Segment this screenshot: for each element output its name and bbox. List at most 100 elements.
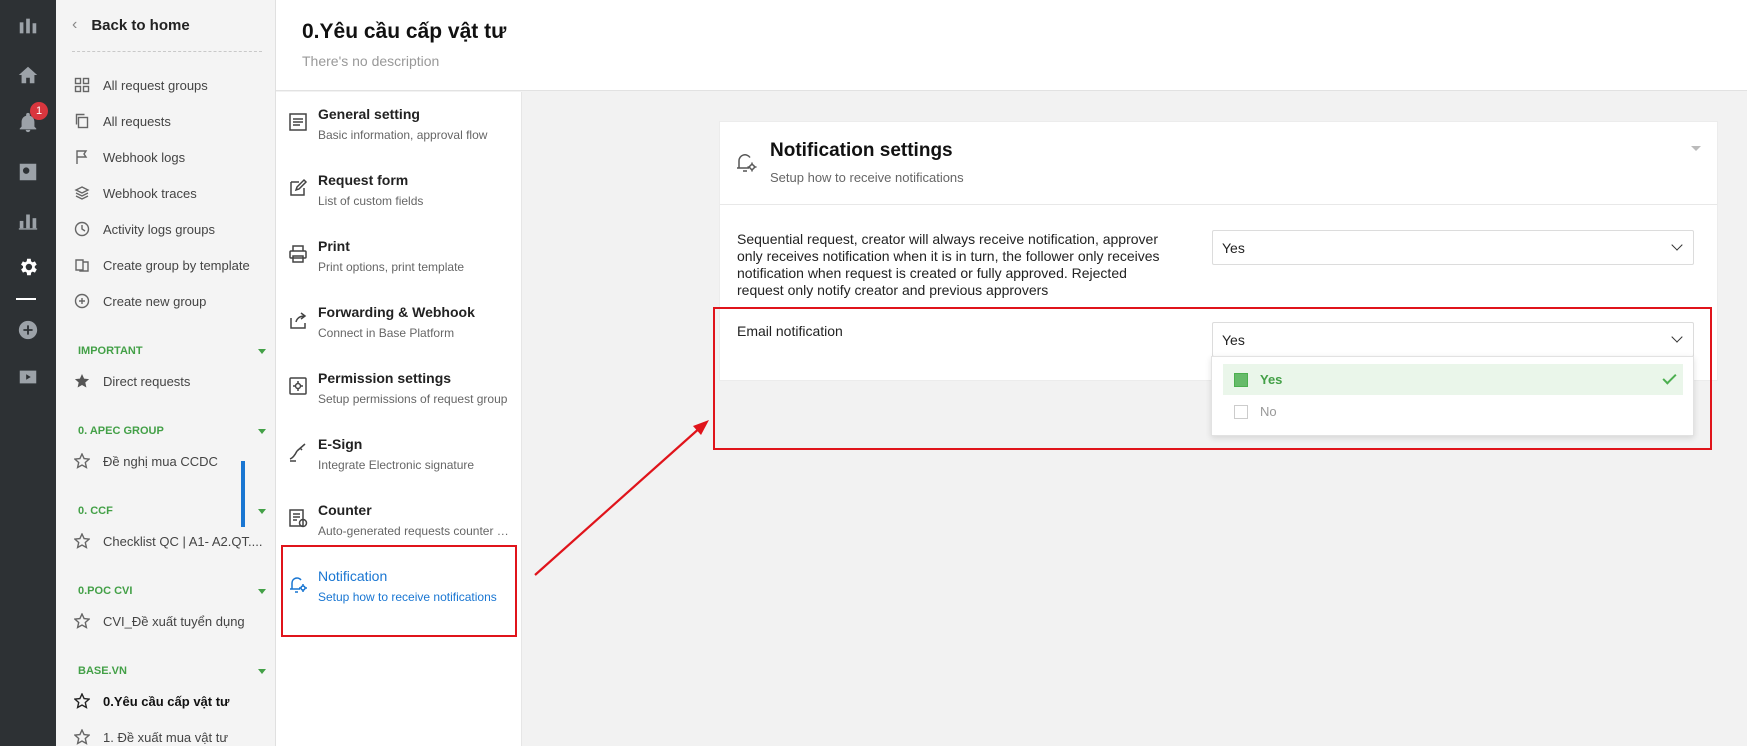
rail-divider (16, 298, 36, 300)
section-title: IMPORTANT (78, 345, 143, 357)
section-base-vn[interactable]: BASE.VN (78, 665, 266, 677)
group-sidebar: ‹ Back to home All request groups All re… (56, 0, 276, 746)
nav-group-item-current[interactable]: 0.Yêu cầu cấp vật tư (74, 693, 229, 709)
clock-icon (74, 221, 90, 237)
caret-down-icon (258, 428, 266, 434)
section-title: 0. CCF (78, 505, 113, 517)
add-icon[interactable] (14, 316, 42, 344)
section-ccf[interactable]: 0. CCF (78, 505, 266, 517)
page-description: There's no description (302, 53, 440, 69)
caret-down-icon (258, 588, 266, 594)
nav-label: Checklist QC | A1- A2.QT.... (103, 533, 263, 549)
menu-subtitle: Setup permissions of request group (318, 392, 508, 406)
section-title: 0. APEC GROUP (78, 425, 164, 437)
menu-permission-settings[interactable]: Permission settings Setup permissions of… (276, 356, 522, 416)
nav-label: Webhook traces (103, 185, 197, 201)
section-poc-cvi[interactable]: 0.POC CVI (78, 585, 266, 597)
menu-request-form[interactable]: Request form List of custom fields (276, 158, 522, 218)
nav-label: CVI_Đề xuất tuyển dụng (103, 613, 245, 629)
menu-subtitle: Basic information, approval flow (318, 128, 488, 142)
card-subtitle: Setup how to receive notifications (770, 170, 964, 185)
collapse-caret-icon[interactable] (1691, 146, 1701, 151)
star-icon (74, 613, 90, 629)
menu-subtitle: Connect in Base Platform (318, 326, 455, 340)
section-apec-group[interactable]: 0. APEC GROUP (78, 425, 266, 437)
nav-activity-logs-groups[interactable]: Activity logs groups (74, 221, 215, 237)
template-icon (75, 259, 89, 272)
back-to-home-link[interactable]: ‹ Back to home (72, 16, 190, 34)
nav-label: Webhook logs (103, 149, 186, 165)
nav-group-item[interactable]: 1. Đề xuất mua vật tư (74, 729, 228, 745)
nav-group-item[interactable]: Checklist QC | A1- A2.QT.... (74, 533, 262, 549)
nav-create-group-by-template[interactable]: Create group by template (74, 257, 250, 273)
nav-group-item[interactable]: Đề nghị mua CCDC (74, 453, 218, 469)
menu-title: E-Sign (318, 436, 363, 452)
layers-icon (74, 186, 90, 200)
plus-circle-icon (74, 293, 90, 309)
menu-forwarding-webhook[interactable]: Forwarding & Webhook Connect in Base Pla… (276, 290, 522, 350)
video-icon[interactable] (14, 363, 42, 391)
sequential-request-select[interactable]: Yes (1212, 230, 1694, 265)
menu-e-sign[interactable]: E-Sign Integrate Electronic signature (276, 422, 522, 482)
menu-subtitle: List of custom fields (318, 194, 424, 208)
document-icon (288, 112, 308, 132)
grid-icon (74, 77, 90, 93)
star-icon (74, 729, 90, 745)
menu-title: General setting (318, 106, 420, 122)
annotation-box-menu (281, 545, 517, 637)
card-header[interactable]: Notification settings Setup how to recei… (720, 122, 1717, 205)
active-menu-indicator (241, 461, 245, 527)
caret-down-icon (258, 508, 266, 514)
menu-general-setting[interactable]: General setting Basic information, appro… (276, 92, 522, 152)
page-title: 0.Yêu cầu cấp vật tư (302, 20, 507, 43)
page-header: 0.Yêu cầu cấp vật tư There's no descript… (276, 0, 1747, 91)
card-title: Notification settings (770, 140, 953, 161)
nav-create-new-group[interactable]: Create new group (74, 293, 206, 309)
section-important[interactable]: IMPORTANT (78, 345, 266, 357)
nav-webhook-logs[interactable]: Webhook logs (74, 149, 185, 165)
menu-counter[interactable]: Counter Auto-generated requests counter … (276, 488, 522, 548)
menu-print[interactable]: Print Print options, print template (276, 224, 522, 284)
menu-subtitle: Integrate Electronic signature (318, 458, 475, 472)
nav-label: Đề nghị mua CCDC (103, 453, 218, 469)
copy-icon (75, 113, 89, 129)
logo-icon[interactable] (14, 12, 42, 40)
section-title: BASE.VN (78, 665, 127, 677)
chart-icon[interactable] (14, 206, 42, 234)
nav-direct-requests[interactable]: Direct requests (74, 373, 190, 389)
star-icon (74, 693, 90, 709)
app-rail: 1 (0, 0, 56, 746)
menu-title: Counter (318, 502, 372, 518)
menu-title: Print (318, 238, 350, 254)
nav-all-request-groups[interactable]: All request groups (74, 77, 208, 93)
menu-title: Forwarding & Webhook (318, 304, 475, 320)
back-to-home-label: Back to home (91, 16, 190, 34)
home-icon[interactable] (14, 61, 42, 89)
share-icon (288, 310, 308, 330)
menu-subtitle: Auto-generated requests counter config (318, 524, 514, 538)
settings-icon[interactable] (14, 253, 42, 281)
star-icon (74, 533, 90, 549)
nav-webhook-traces[interactable]: Webhook traces (74, 185, 197, 201)
star-filled-icon (74, 374, 90, 388)
nav-all-requests[interactable]: All requests (74, 113, 171, 129)
caret-down-icon (258, 668, 266, 674)
star-icon (74, 453, 90, 469)
section-title: 0.POC CVI (78, 585, 133, 597)
edit-icon (288, 178, 308, 198)
menu-title: Request form (318, 172, 409, 188)
gear-box-icon (288, 376, 308, 396)
flag-icon (76, 150, 88, 164)
nav-label: 1. Đề xuất mua vật tư (103, 729, 229, 745)
counter-icon (288, 508, 308, 528)
nav-group-item[interactable]: CVI_Đề xuất tuyển dụng (74, 613, 245, 629)
settings-menu: General setting Basic information, appro… (276, 92, 522, 746)
chevron-down-icon (1671, 239, 1683, 251)
nav-label: Activity logs groups (103, 221, 215, 237)
search-icon[interactable] (14, 158, 42, 186)
select-value: Yes (1222, 240, 1245, 256)
nav-label: All requests (103, 113, 171, 129)
divider (72, 51, 262, 52)
annotation-box-setting (713, 307, 1712, 450)
nav-label: Create group by template (103, 257, 250, 273)
